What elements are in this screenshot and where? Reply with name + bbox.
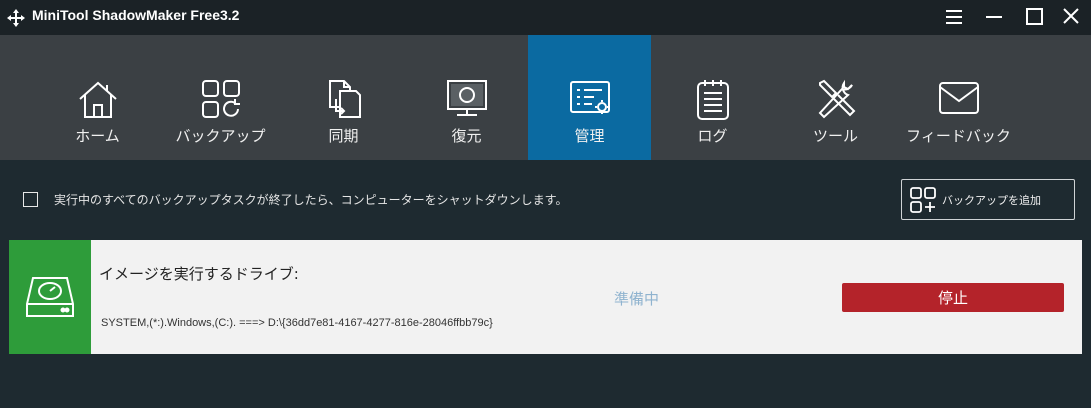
close-button[interactable]	[1058, 5, 1084, 29]
close-icon	[1063, 8, 1079, 24]
maximize-button[interactable]	[1021, 5, 1047, 29]
add-backup-button[interactable]: バックアップを追加	[901, 179, 1075, 220]
log-icon	[696, 80, 729, 120]
title-bar: MiniTool ShadowMaker Free3.2	[0, 0, 1091, 35]
drive-icon	[26, 277, 74, 317]
maximize-icon	[1026, 8, 1043, 25]
backup-task-card: イメージを実行するドライブ: SYSTEM,(*:).Windows,(C:).…	[9, 240, 1082, 354]
menu-icon	[946, 10, 962, 24]
minimize-icon	[986, 16, 1002, 18]
task-path: SYSTEM,(*:).Windows,(C:). ===> D:\{36dd7…	[101, 317, 493, 329]
nav-feedback-label: フィードバック	[906, 127, 1011, 145]
stop-button[interactable]: 停止	[842, 283, 1064, 312]
task-title: イメージを実行するドライブ:	[99, 265, 299, 283]
nav-log[interactable]: ログ	[651, 35, 774, 160]
minimize-button[interactable]	[981, 5, 1007, 29]
nav-home-label: ホーム	[75, 127, 120, 145]
nav-backup-label: バックアップ	[175, 127, 266, 145]
nav-tools[interactable]: ツール	[774, 35, 897, 160]
task-status: 準備中	[614, 290, 660, 308]
main-nav: ホーム バックアップ 同期 復元 管理 ログ ツール フィードバック	[0, 35, 1091, 160]
shutdown-checkbox[interactable]	[23, 192, 38, 207]
nav-restore-label: 復元	[451, 127, 482, 145]
nav-tools-label: ツール	[812, 127, 858, 145]
tools-icon	[818, 79, 855, 119]
feedback-icon	[938, 82, 979, 114]
backup-icon	[201, 80, 240, 118]
nav-sync-label: 同期	[328, 127, 359, 145]
home-icon	[78, 81, 117, 118]
add-backup-icon	[910, 187, 936, 213]
app-logo-icon	[7, 9, 25, 27]
manage-panel: 実行中のすべてのバックアップタスクが終了したら、コンピューターをシャットダウンし…	[0, 160, 1091, 408]
window-title: MiniTool ShadowMaker Free3.2	[32, 7, 240, 23]
nav-backup[interactable]: バックアップ	[159, 35, 282, 160]
task-icon-box	[9, 240, 91, 354]
sync-icon	[328, 80, 361, 118]
nav-manage-label: 管理	[574, 127, 605, 145]
add-backup-label: バックアップを追加	[942, 194, 1041, 207]
nav-sync[interactable]: 同期	[282, 35, 405, 160]
restore-icon	[446, 80, 487, 116]
menu-button[interactable]	[941, 5, 967, 29]
nav-manage[interactable]: 管理	[528, 35, 651, 160]
nav-home[interactable]: ホーム	[36, 35, 159, 160]
shutdown-label: 実行中のすべてのバックアップタスクが終了したら、コンピューターをシャットダウンし…	[54, 193, 568, 207]
nav-restore[interactable]: 復元	[405, 35, 528, 160]
nav-log-label: ログ	[697, 127, 728, 145]
nav-feedback[interactable]: フィードバック	[897, 35, 1020, 160]
manage-icon	[569, 81, 610, 114]
